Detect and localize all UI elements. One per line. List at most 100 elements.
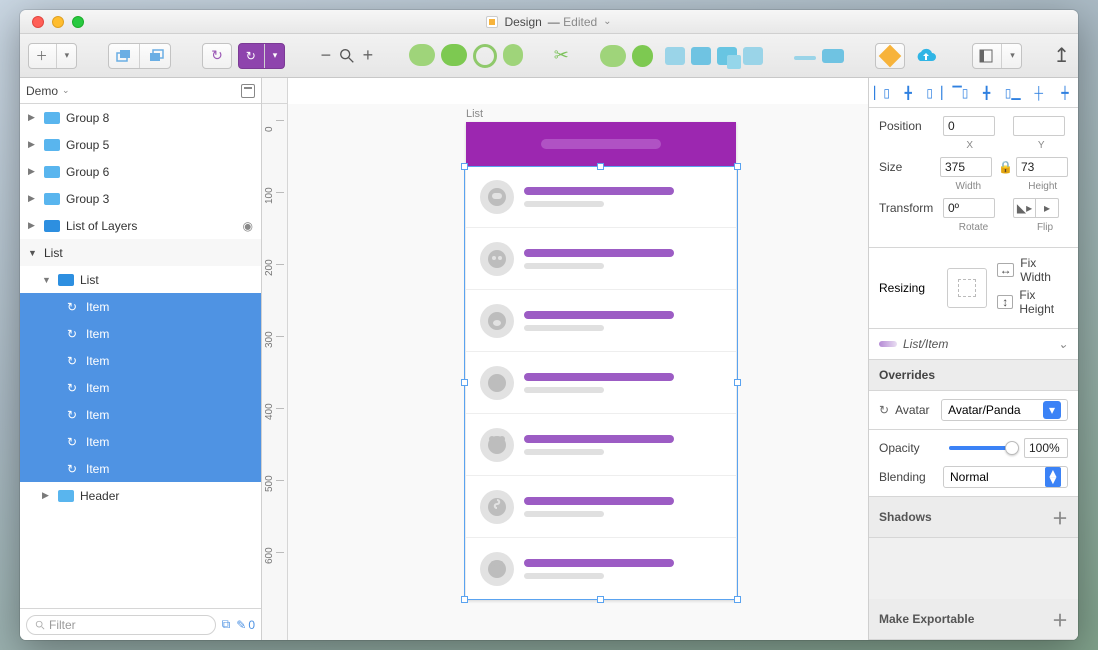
difference-icon[interactable] (743, 47, 763, 65)
resize-handle[interactable] (734, 596, 741, 603)
resize-handle[interactable] (734, 379, 741, 386)
align-left-icon[interactable]: ▏▯ (873, 85, 891, 101)
rotate-input[interactable]: 0º (943, 198, 995, 218)
layer-group[interactable]: ▶Group 5 (20, 131, 261, 158)
visibility-icon[interactable]: ◉ (243, 219, 253, 233)
chevron-down-icon[interactable]: ⌄ (1058, 337, 1068, 351)
align-top-icon[interactable]: ▔▯ (951, 85, 969, 101)
stepper-icon: ▲▼ (1045, 467, 1061, 487)
cloud-upload-icon[interactable] (911, 43, 941, 69)
artboard-header[interactable] (466, 122, 736, 166)
shape-bean-icon[interactable] (600, 45, 626, 67)
sketch-gem-icon[interactable] (875, 43, 905, 69)
layer-symbol-instance[interactable]: ↻Item (20, 428, 261, 455)
group-buttons[interactable] (108, 43, 171, 69)
fix-width-icon: ↔ (997, 263, 1014, 277)
distribute-v-icon[interactable]: ┿ (1056, 85, 1074, 101)
ruler-vertical[interactable]: 0100200300400500600 (262, 104, 288, 640)
selection-box[interactable] (464, 166, 738, 600)
height-input[interactable]: 73 (1016, 157, 1068, 177)
add-export-icon[interactable]: ＋ (1052, 607, 1068, 631)
layer-group[interactable]: ▶Group 3 (20, 185, 261, 212)
subtract-icon[interactable] (691, 47, 711, 65)
artboard-row[interactable]: ▼List (20, 239, 261, 266)
layer-symbol-instance[interactable]: ↻Item (20, 320, 261, 347)
shape-oval2-icon[interactable] (441, 44, 467, 66)
edit-icon[interactable] (503, 44, 523, 66)
layer-group[interactable]: ▶List of Layers◉ (20, 212, 261, 239)
resize-handle[interactable] (597, 163, 604, 170)
fix-width-toggle[interactable]: ↔Fix Width (997, 256, 1068, 284)
layer-symbol-instance[interactable]: ↻Item (20, 293, 261, 320)
pen-count[interactable]: ✎ 0 (236, 618, 255, 632)
layer-symbol-instance[interactable]: ↻Item (20, 374, 261, 401)
symbol-section[interactable]: List/Item ⌄ (869, 329, 1078, 360)
align-center-v-icon[interactable]: ╋ (978, 85, 996, 101)
lock-aspect-icon[interactable]: 🔒 (998, 160, 1010, 174)
symbol-sync-icon: ↻ (64, 408, 80, 422)
union-icon[interactable] (665, 47, 685, 65)
zoom-in-button[interactable]: + (358, 45, 378, 66)
override-select[interactable]: Avatar/Panda ▾ (941, 399, 1068, 421)
insert-button[interactable]: ＋▾ (28, 43, 77, 69)
duplicate-icon[interactable]: ⧉ (222, 617, 231, 632)
layer-symbol-instance[interactable]: ↻Item (20, 347, 261, 374)
artboard-label[interactable]: List (466, 108, 483, 120)
layer-group[interactable]: ▼List (20, 266, 261, 293)
flip-horizontal-icon[interactable]: ◣▸ (1014, 199, 1036, 217)
resizing-preview-icon[interactable] (947, 268, 987, 308)
flip-vertical-icon[interactable]: ▸ (1036, 199, 1058, 217)
symbol-send-button[interactable]: ↻▾ (238, 43, 285, 69)
share-up-icon[interactable]: ↥ (1053, 43, 1070, 68)
resize-handle[interactable] (461, 596, 468, 603)
app-window: Design — Edited ⌄ ＋▾ ↻ ↻▾ − + ✂ (20, 10, 1078, 640)
layer-filter-input[interactable]: Filter (26, 615, 216, 635)
stack-front-icon[interactable] (107, 44, 140, 68)
opacity-input[interactable]: 100% (1024, 438, 1068, 458)
opacity-slider[interactable] (949, 446, 1012, 450)
intersect-icon[interactable] (717, 47, 737, 65)
forward-icon[interactable] (794, 56, 816, 60)
page-selector[interactable]: Demo ⌄ (26, 84, 70, 98)
layer-symbol-instance[interactable]: ↻Item (20, 455, 261, 482)
layer-group[interactable]: ▶Group 6 (20, 158, 261, 185)
width-input[interactable]: 375 (940, 157, 992, 177)
backward-icon[interactable] (822, 49, 844, 63)
resize-handle[interactable] (461, 163, 468, 170)
layer-symbol-instance[interactable]: ↻Item (20, 401, 261, 428)
chevron-down-icon[interactable]: ⌄ (603, 16, 611, 27)
zoom-out-button[interactable]: − (316, 45, 336, 66)
y-input[interactable] (1013, 116, 1065, 136)
canvas[interactable]: List (288, 104, 868, 640)
view-button[interactable]: ▾ (972, 43, 1023, 69)
fix-height-toggle[interactable]: ↕Fix Height (997, 288, 1068, 316)
distribute-h-icon[interactable]: ┼ (1030, 85, 1048, 101)
shape-round-icon[interactable] (632, 45, 653, 67)
layer-group[interactable]: ▶Group 8 (20, 104, 261, 131)
symbol-sync-icon: ↻ (64, 435, 80, 449)
symbol-create-button[interactable]: ↻ (202, 43, 232, 69)
dropdown-arrow-icon: ▾ (1043, 401, 1061, 419)
ruler-origin[interactable] (262, 78, 288, 104)
resize-handle[interactable] (597, 596, 604, 603)
align-right-icon[interactable]: ▯▕ (925, 85, 943, 101)
stack-back-icon[interactable] (140, 44, 172, 68)
resize-handle[interactable] (461, 379, 468, 386)
pages-list-icon[interactable] (241, 84, 255, 98)
shadows-section[interactable]: Shadows ＋ (869, 497, 1078, 538)
add-shadow-icon[interactable]: ＋ (1052, 505, 1068, 529)
shape-oval-icon[interactable] (409, 44, 435, 66)
align-bottom-icon[interactable]: ▯▁ (1004, 85, 1022, 101)
export-section[interactable]: Make Exportable ＋ (869, 599, 1078, 640)
rotate-icon[interactable] (473, 44, 497, 68)
document-name: Design (504, 15, 541, 29)
blending-select[interactable]: Normal ▲▼ (943, 466, 1068, 488)
layer-group[interactable]: ▶Header (20, 482, 261, 509)
x-input[interactable]: 0 (943, 116, 995, 136)
folder-icon (44, 112, 60, 124)
align-center-h-icon[interactable]: ╋ (899, 85, 917, 101)
scissors-icon[interactable]: ✂ (554, 45, 569, 66)
resize-handle[interactable] (734, 163, 741, 170)
document-status: — Edited (548, 15, 597, 29)
magnifier-icon[interactable] (338, 47, 356, 65)
